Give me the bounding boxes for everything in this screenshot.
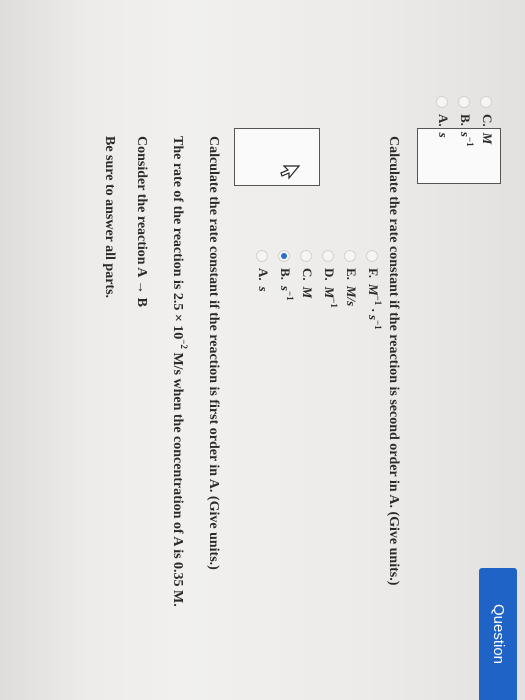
option-unit: M/s <box>344 285 359 307</box>
option-extra-exponent: −1 <box>373 320 384 330</box>
option-unit: M <box>322 286 337 299</box>
rate-statement-part2: M/s when the concentration of A is 0.35 … <box>170 348 185 607</box>
option-letter: C. <box>300 268 315 281</box>
option-letter: C. <box>480 114 495 127</box>
option-letter: F. <box>366 268 381 278</box>
option-letter: A. <box>436 114 451 127</box>
option-letter: B. <box>458 114 473 126</box>
screen: Question Be sure to answer all parts. Co… <box>0 0 525 700</box>
option-letter: D. <box>322 268 337 281</box>
part-a-prompt: Calculate the rate constant if the react… <box>206 136 221 570</box>
reaction-text: Consider the reaction A → B <box>134 136 149 307</box>
option-unit-exponent: −1 <box>285 290 296 301</box>
option-extra-unit: · s <box>366 305 381 321</box>
option-letter: E. <box>344 268 359 280</box>
part-a-option-radio[interactable] <box>366 250 378 262</box>
part-b-option-radio[interactable] <box>458 96 470 108</box>
option-unit-exponent: −1 <box>329 298 340 308</box>
part-a-option-label[interactable]: F.M−1 · s−1 <box>365 268 384 330</box>
option-unit: M <box>300 286 315 299</box>
rate-exponent: −2 <box>178 339 189 349</box>
part-a-option-radio[interactable] <box>278 250 290 262</box>
option-unit-exponent: −1 <box>373 295 384 306</box>
part-a-option-radio[interactable] <box>300 250 312 262</box>
part-b-option-label[interactable]: A. s <box>435 114 451 138</box>
part-b-prompt: Calculate the rate constant if the react… <box>386 136 401 586</box>
option-letter: A. <box>256 268 271 281</box>
part-a-option-radio[interactable] <box>344 250 356 262</box>
part-a-answer-box[interactable] <box>234 128 320 186</box>
question-tab[interactable]: Question <box>479 568 517 700</box>
question-page: Question Be sure to answer all parts. Co… <box>0 0 525 700</box>
option-letter: B. <box>278 268 293 280</box>
part-b-option-radio[interactable] <box>480 96 492 108</box>
mouse-cursor-icon <box>280 165 300 180</box>
option-unit: s <box>436 132 451 138</box>
page-shadow <box>0 0 90 700</box>
option-unit: s <box>256 286 271 292</box>
option-unit-exponent: −1 <box>465 136 476 147</box>
option-unit: M <box>480 132 495 145</box>
instructions-text: Be sure to answer all parts. <box>102 136 117 299</box>
option-unit: M <box>366 284 381 296</box>
part-b-option-radio[interactable] <box>436 96 448 108</box>
part-a-option-label[interactable]: D. M−1 <box>321 268 340 308</box>
part-b-option-label[interactable]: B.s−1 <box>457 114 476 147</box>
part-a-option-label[interactable]: A. s <box>255 268 271 292</box>
part-a-option-label[interactable]: E. M/s <box>343 268 359 306</box>
rate-statement: The rate of the reaction is 2.5 × 10−2 M… <box>169 136 189 607</box>
part-b-option-label[interactable]: C. M <box>479 114 495 144</box>
part-a-option-label[interactable]: B.s−1 <box>277 268 296 301</box>
part-a-option-radio[interactable] <box>256 250 268 262</box>
rate-statement-part1: The rate of the reaction is 2.5 × 10 <box>170 136 185 340</box>
part-a-option-radio[interactable] <box>322 250 334 262</box>
part-a-option-label[interactable]: C. M <box>299 268 315 298</box>
